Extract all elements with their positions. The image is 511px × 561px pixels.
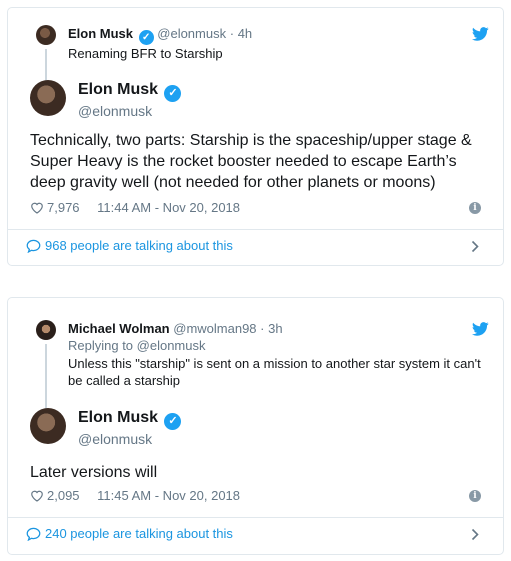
tweet-text: Later versions will [30,464,158,481]
parent-tweet-text: Unless this "starship" is sent on a miss… [68,356,481,388]
heart-icon[interactable] [30,201,44,214]
avatar[interactable] [30,408,66,444]
tweet-author[interactable]: Elon Musk ✓ @elonmusk [30,80,230,122]
parent-tweet-text: Renaming BFR to Starship [68,46,223,61]
verified-badge-icon: ✓ [138,30,154,45]
parent-author-handle[interactable]: @mwolman98 [173,321,256,336]
like-count[interactable]: 2,095 [47,488,80,503]
info-icon[interactable]: i [469,490,481,502]
parent-tweet[interactable]: Elon Musk ✓ @elonmusk · 4h Renaming BFR … [36,25,483,87]
parent-tweet[interactable]: Michael Wolman @mwolman98 · 3h Replying … [36,320,483,416]
separator-dot: · [229,26,235,41]
talking-about-link[interactable]: 968 people are talking about this [26,236,485,256]
divider [8,517,503,518]
embedded-tweet-card[interactable]: Elon Musk ✓ @elonmusk · 4h Renaming BFR … [7,7,504,266]
tweet-timestamp[interactable]: 11:45 AM - Nov 20, 2018 [97,488,240,503]
chevron-right-icon[interactable] [471,240,479,253]
speech-bubble-icon [26,527,41,541]
verified-badge-icon: ✓ [164,413,182,430]
parent-author-name[interactable]: Elon Musk [68,26,133,41]
talking-about-link[interactable]: 240 people are talking about this [26,524,485,544]
thread-line [45,344,47,416]
parent-time[interactable]: 4h [238,26,252,41]
author-handle[interactable]: @elonmusk [78,102,181,120]
twitter-bird-icon[interactable] [472,27,489,41]
avatar[interactable] [30,80,66,116]
author-name[interactable]: Elon Musk [78,409,158,426]
info-icon[interactable]: i [469,202,481,214]
tweet-meta: 2,095 11:45 AM - Nov 20, 2018 i [30,488,481,504]
talking-about-text[interactable]: 240 people are talking about this [45,526,233,541]
tweet-timestamp[interactable]: 11:44 AM - Nov 20, 2018 [97,200,240,215]
embedded-tweet-card[interactable]: Michael Wolman @mwolman98 · 3h Replying … [7,297,504,555]
divider [8,229,503,230]
verified-badge-icon: ✓ [164,85,182,102]
heart-icon[interactable] [30,489,44,502]
talking-about-text[interactable]: 968 people are talking about this [45,238,233,253]
avatar[interactable] [36,25,56,45]
parent-author-handle[interactable]: @elonmusk [157,26,226,41]
replying-to[interactable]: Replying to @elonmusk [68,337,483,354]
author-name[interactable]: Elon Musk [78,81,158,98]
parent-time[interactable]: 3h [268,321,282,336]
speech-bubble-icon [26,239,41,253]
parent-author-name[interactable]: Michael Wolman [68,321,170,336]
tweet-meta: 7,976 11:44 AM - Nov 20, 2018 i [30,200,481,216]
separator-dot: · [260,321,265,336]
like-count[interactable]: 7,976 [47,200,80,215]
tweet-text: Technically, two parts: Starship is the … [30,132,472,191]
twitter-bird-icon[interactable] [472,322,489,336]
avatar[interactable] [36,320,56,340]
tweet-author[interactable]: Elon Musk ✓ @elonmusk [30,408,230,450]
chevron-right-icon[interactable] [471,528,479,541]
author-handle[interactable]: @elonmusk [78,430,181,448]
